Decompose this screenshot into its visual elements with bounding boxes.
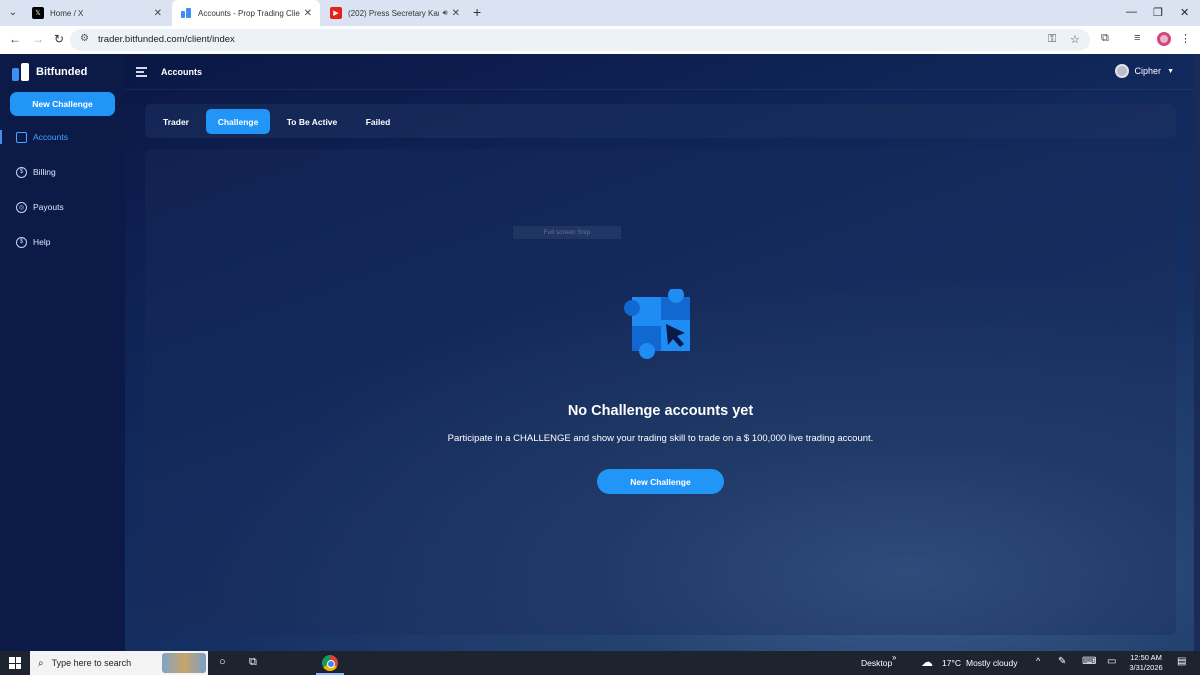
bitfunded-app: Bitfunded New Challenge Accounts $ Billi… bbox=[0, 54, 1200, 651]
bag-icon bbox=[16, 131, 27, 143]
extensions-icon[interactable]: ⧉ bbox=[1101, 32, 1109, 45]
sidebar-item-help[interactable]: $ Help bbox=[0, 232, 125, 252]
x-logo-icon: 𝕏 bbox=[32, 7, 44, 19]
back-icon[interactable]: ← bbox=[9, 32, 21, 46]
empty-state-description: Participate in a CHALLENGE and show your… bbox=[447, 433, 874, 444]
taskbar-search-box[interactable]: ⌕ Type here to search bbox=[30, 651, 208, 675]
close-tab-icon[interactable]: ✕ bbox=[154, 8, 162, 19]
weather-condition[interactable]: Mostly cloudy bbox=[966, 658, 1018, 668]
tab-challenge[interactable]: Challenge bbox=[206, 109, 270, 134]
windows-start-icon[interactable] bbox=[9, 657, 21, 669]
restore-icon[interactable]: ❐ bbox=[1153, 6, 1163, 19]
tab-label: (202) Press Secretary Karoli bbox=[348, 8, 439, 18]
show-hidden-icons-icon[interactable]: ^ bbox=[1036, 656, 1040, 666]
sidebar-item-accounts[interactable]: Accounts bbox=[0, 127, 125, 147]
chevron-down-icon: ▼ bbox=[1167, 67, 1174, 75]
snip-overlay-text: Full screen Snip bbox=[513, 226, 621, 239]
forward-icon[interactable]: → bbox=[32, 32, 44, 46]
weather-temperature[interactable]: 17°C bbox=[942, 658, 961, 668]
active-indicator bbox=[0, 130, 2, 144]
bookmark-star-icon[interactable]: ☆ bbox=[1070, 33, 1080, 46]
tab-label: Accounts - Prop Trading Client bbox=[198, 8, 300, 18]
dollar-icon: $ bbox=[16, 166, 27, 178]
minimize-icon[interactable]: — bbox=[1126, 6, 1137, 18]
accounts-panel: Full screen Snip No Challenge accounts y… bbox=[145, 149, 1176, 635]
clock-time: 12:50 AM bbox=[1130, 653, 1162, 662]
sidebar: Bitfunded New Challenge Accounts $ Billi… bbox=[0, 54, 125, 651]
page-title: Accounts bbox=[161, 67, 203, 77]
display-icon[interactable]: ▭ bbox=[1107, 656, 1116, 667]
url-field[interactable]: ⚙ trader.bitfunded.com/client/index ⚿ ☆ bbox=[70, 29, 1090, 51]
address-bar: ← → ↻ ⚙ trader.bitfunded.com/client/inde… bbox=[0, 26, 1200, 54]
browser-tab-youtube[interactable]: ▶ (202) Press Secretary Karoli 🔊︎ ✕ bbox=[322, 0, 468, 26]
brand-name: Bitfunded bbox=[36, 66, 88, 78]
close-window-icon[interactable]: ✕ bbox=[1180, 6, 1189, 19]
brand[interactable]: Bitfunded bbox=[12, 63, 87, 81]
sidebar-item-label: Billing bbox=[33, 167, 56, 177]
youtube-icon: ▶ bbox=[330, 7, 342, 19]
clock-date: 3/31/2026 bbox=[1129, 663, 1163, 672]
keyboard-icon[interactable]: ⌨ bbox=[1082, 656, 1096, 667]
windows-taskbar: ⌕ Type here to search ○ ⧉ Desktop » ☁ 17… bbox=[0, 651, 1200, 675]
media-controls-icon[interactable]: ≡ bbox=[1134, 32, 1140, 44]
account-filter-tabs: Trader Challenge To Be Active Failed bbox=[145, 104, 1176, 138]
help-icon: $ bbox=[16, 236, 27, 248]
reload-icon[interactable]: ↻ bbox=[54, 32, 64, 46]
browser-tab-accounts[interactable]: Accounts - Prop Trading Client ✕ bbox=[172, 0, 320, 26]
empty-challenge-illustration-icon bbox=[624, 289, 690, 359]
search-icon: ⌕ bbox=[38, 657, 44, 669]
task-view-icon[interactable]: ⧉ bbox=[249, 656, 257, 669]
sidebar-new-challenge-button[interactable]: New Challenge bbox=[10, 92, 115, 116]
sidebar-item-billing[interactable]: $ Billing bbox=[0, 162, 125, 182]
search-placeholder: Type here to search bbox=[51, 658, 132, 668]
site-info-icon[interactable]: ⚙ bbox=[80, 33, 89, 44]
toolbar-expand-icon[interactable]: » bbox=[892, 653, 896, 662]
menu-toggle-icon[interactable] bbox=[136, 67, 147, 77]
tab-to-be-active[interactable]: To Be Active bbox=[277, 109, 347, 134]
empty-state-title: No Challenge accounts yet bbox=[567, 403, 754, 419]
user-avatar bbox=[1114, 64, 1129, 78]
chrome-taskbar-icon[interactable] bbox=[322, 655, 338, 671]
tab-failed[interactable]: Failed bbox=[353, 109, 403, 134]
user-menu[interactable]: Cipher ▼ bbox=[1114, 64, 1174, 78]
new-tab-button[interactable]: + bbox=[473, 4, 481, 20]
scrollbar[interactable] bbox=[1194, 54, 1200, 651]
main-content: Accounts Cipher ▼ Trader Challenge To Be… bbox=[125, 54, 1200, 651]
sidebar-item-payouts[interactable]: ◎ Payouts bbox=[0, 197, 125, 217]
close-tab-icon[interactable]: ✕ bbox=[304, 8, 312, 19]
browser-tab-strip: ⌄ 𝕏 Home / X ✕ Accounts - Prop Trading C… bbox=[0, 0, 1200, 26]
sidebar-item-label: Accounts bbox=[33, 132, 68, 142]
user-name: Cipher bbox=[1134, 66, 1162, 76]
payout-icon: ◎ bbox=[16, 201, 27, 213]
speaker-icon[interactable]: 🔊︎ bbox=[443, 8, 448, 18]
more-menu-icon[interactable]: ⋮ bbox=[1180, 32, 1191, 45]
browser-tab-home-x[interactable]: 𝕏 Home / X ✕ bbox=[24, 0, 170, 26]
password-key-icon[interactable]: ⚿ bbox=[1048, 33, 1056, 46]
search-highlight-image bbox=[162, 653, 206, 673]
top-bar: Accounts Cipher ▼ bbox=[125, 54, 1200, 90]
tab-trader[interactable]: Trader bbox=[151, 109, 201, 134]
url-text: trader.bitfunded.com/client/index bbox=[98, 34, 235, 45]
profile-avatar[interactable] bbox=[1157, 32, 1171, 46]
sidebar-item-label: Payouts bbox=[33, 202, 64, 212]
close-tab-icon[interactable]: ✕ bbox=[452, 8, 460, 19]
new-challenge-button[interactable]: New Challenge bbox=[597, 469, 724, 494]
pen-icon[interactable]: ✎ bbox=[1058, 656, 1066, 667]
notifications-icon[interactable]: ▤ bbox=[1177, 656, 1186, 667]
cortana-icon[interactable]: ○ bbox=[219, 656, 226, 668]
tab-label: Home / X bbox=[50, 8, 84, 18]
bitfunded-logo-icon bbox=[12, 63, 30, 81]
desktop-toolbar-label[interactable]: Desktop bbox=[861, 658, 892, 668]
tab-search-chevron-icon[interactable]: ⌄ bbox=[4, 4, 22, 22]
weather-cloud-icon[interactable]: ☁ bbox=[921, 655, 933, 669]
sidebar-item-label: Help bbox=[33, 237, 51, 247]
bitfunded-icon bbox=[180, 7, 192, 19]
system-clock[interactable]: 12:50 AM 3/31/2026 bbox=[1124, 653, 1168, 673]
